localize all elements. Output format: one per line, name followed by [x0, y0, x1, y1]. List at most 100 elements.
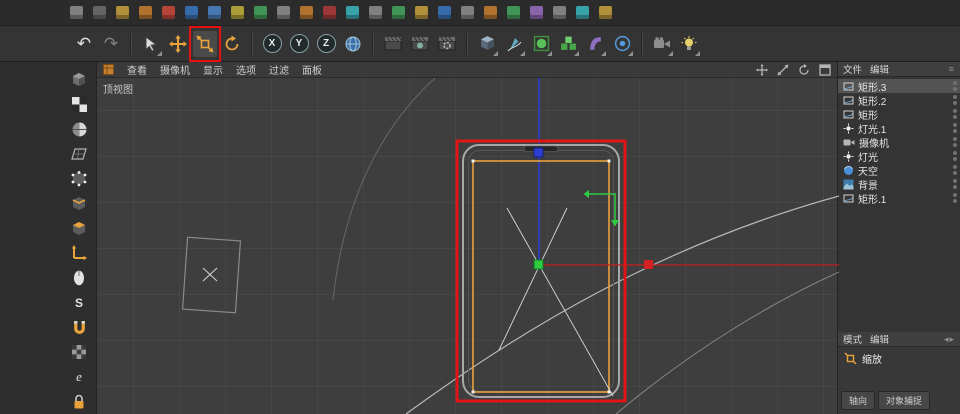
zoom-view-icon[interactable] [777, 64, 789, 76]
coordinate-system-icon[interactable] [341, 31, 365, 57]
tab-axis[interactable]: 轴向 [841, 391, 876, 410]
rotate-view-icon[interactable] [798, 63, 810, 76]
menu-icon-17[interactable] [461, 6, 474, 19]
am-menu-mode[interactable]: 模式 [843, 332, 862, 346]
workplane-mode-icon[interactable] [65, 142, 93, 166]
menu-icon-6[interactable] [208, 6, 221, 19]
camera-icon[interactable] [650, 31, 674, 57]
render-to-picture-viewer-icon[interactable] [408, 31, 432, 57]
menu-icon-11[interactable] [323, 6, 336, 19]
viewport-menu-view[interactable]: 查看 [127, 62, 147, 77]
lock-x-axis-button[interactable]: X [260, 31, 284, 57]
viewport-menu-filter[interactable]: 过滤 [269, 62, 289, 77]
lock-y-axis-button[interactable]: Y [287, 31, 311, 57]
menu-icon-4[interactable] [162, 6, 175, 19]
tab-object-snap[interactable]: 对象捕捉 [878, 391, 931, 410]
toggle-view-icon[interactable] [819, 63, 831, 76]
menu-icon-3[interactable] [139, 6, 152, 19]
om-burger-icon[interactable]: ≡ [949, 64, 955, 74]
object-row[interactable]: 背景 [838, 177, 960, 192]
rotate-tool-icon[interactable] [220, 31, 244, 57]
texture-mode-icon[interactable] [65, 118, 93, 142]
edit-render-settings-icon[interactable] [435, 31, 459, 57]
visibility-dots[interactable] [953, 137, 957, 147]
pan-view-icon[interactable] [756, 63, 768, 76]
texture-icon[interactable] [65, 341, 93, 365]
enhanced-mode-icon[interactable]: e [65, 365, 93, 389]
deformer-icon[interactable] [583, 31, 607, 57]
scale-tool-icon[interactable] [189, 25, 221, 62]
menu-icon-5[interactable] [185, 6, 198, 19]
menu-icon-9[interactable] [277, 6, 290, 19]
object-row[interactable]: 灯光 [838, 149, 960, 164]
menu-icon-14[interactable] [392, 6, 405, 19]
am-history-arrows-icon[interactable]: ◂▸ [944, 334, 955, 345]
snap-icon[interactable]: S [65, 291, 93, 315]
object-row[interactable]: 灯光.1 [838, 121, 960, 136]
array-generator-icon[interactable] [556, 31, 580, 57]
lock-z-axis-button[interactable]: Z [314, 31, 338, 57]
model-mode-icon[interactable] [65, 93, 93, 117]
object-row[interactable]: 矩形.3 [838, 79, 960, 94]
menu-icon-22[interactable] [576, 6, 589, 19]
object-row[interactable]: 矩形 [838, 107, 960, 122]
menu-icon-8[interactable] [254, 6, 267, 19]
menu-icon-12[interactable] [346, 6, 359, 19]
menu-icon-10[interactable] [300, 6, 313, 19]
visibility-dots[interactable] [953, 95, 957, 105]
menu-icon-18[interactable] [484, 6, 497, 19]
viewport-canvas[interactable]: 顶视图 [97, 78, 839, 414]
object-list: 矩形.3 矩形.2 矩形 灯光.1 摄像机 灯光 天空 背景 矩形.1 [838, 77, 960, 332]
menu-icon-0[interactable] [70, 6, 83, 19]
redo-icon[interactable]: ↷ [99, 31, 123, 57]
menu-icon-16[interactable] [438, 6, 451, 19]
polygons-mode-icon[interactable] [65, 217, 93, 241]
visibility-dots[interactable] [953, 123, 957, 133]
make-editable-icon[interactable] [65, 68, 93, 92]
light-object-icon [843, 151, 854, 161]
application-window: ↶ ↷ X Y Z S e 查看 摄像机 显示 选项 过滤 面板 顶视图 文件 … [0, 0, 960, 414]
menu-icon-2[interactable] [116, 6, 129, 19]
points-mode-icon[interactable] [65, 167, 93, 191]
am-menu-edit[interactable]: 编辑 [870, 332, 889, 346]
add-cube-icon[interactable] [475, 31, 499, 57]
viewport-panel-icon[interactable] [103, 64, 114, 75]
object-row[interactable]: 矩形.1 [838, 191, 960, 206]
menu-icon-15[interactable] [415, 6, 428, 19]
visibility-dots[interactable] [953, 193, 957, 203]
object-row[interactable]: 天空 [838, 163, 960, 178]
viewport-menu-display[interactable]: 显示 [203, 62, 223, 77]
viewport-menu-camera[interactable]: 摄像机 [160, 62, 190, 77]
viewport-menu-panel[interactable]: 面板 [302, 62, 322, 77]
edges-mode-icon[interactable] [65, 192, 93, 216]
menu-icon-19[interactable] [507, 6, 520, 19]
om-menu-edit[interactable]: 编辑 [870, 62, 889, 76]
selection-tool-icon[interactable] [139, 31, 163, 57]
menu-icon-21[interactable] [553, 6, 566, 19]
undo-icon[interactable]: ↶ [72, 31, 96, 57]
visibility-dots[interactable] [953, 109, 957, 119]
menu-icon-23[interactable] [599, 6, 612, 19]
light-icon[interactable] [677, 31, 701, 57]
visibility-dots[interactable] [953, 179, 957, 189]
enable-axis-icon[interactable] [65, 241, 93, 265]
menu-icon-7[interactable] [231, 6, 244, 19]
move-tool-icon[interactable] [166, 31, 190, 57]
visibility-dots[interactable] [953, 151, 957, 161]
visibility-dots[interactable] [953, 165, 957, 175]
object-row[interactable]: 矩形.2 [838, 93, 960, 108]
viewport-solo-icon[interactable] [65, 266, 93, 290]
om-menu-file[interactable]: 文件 [843, 62, 862, 76]
menu-icon-20[interactable] [530, 6, 543, 19]
subdivision-surface-icon[interactable] [529, 31, 553, 57]
visibility-dots[interactable] [953, 81, 957, 91]
object-row[interactable]: 摄像机 [838, 135, 960, 150]
magnet-icon[interactable] [65, 316, 93, 340]
lock-axis-icon[interactable] [65, 390, 93, 414]
field-icon[interactable] [610, 31, 634, 57]
menu-icon-13[interactable] [369, 6, 382, 19]
viewport-menu-options[interactable]: 选项 [236, 62, 256, 77]
pen-spline-icon[interactable] [502, 31, 526, 57]
menu-icon-1[interactable] [93, 6, 106, 19]
render-view-icon[interactable] [381, 31, 405, 57]
